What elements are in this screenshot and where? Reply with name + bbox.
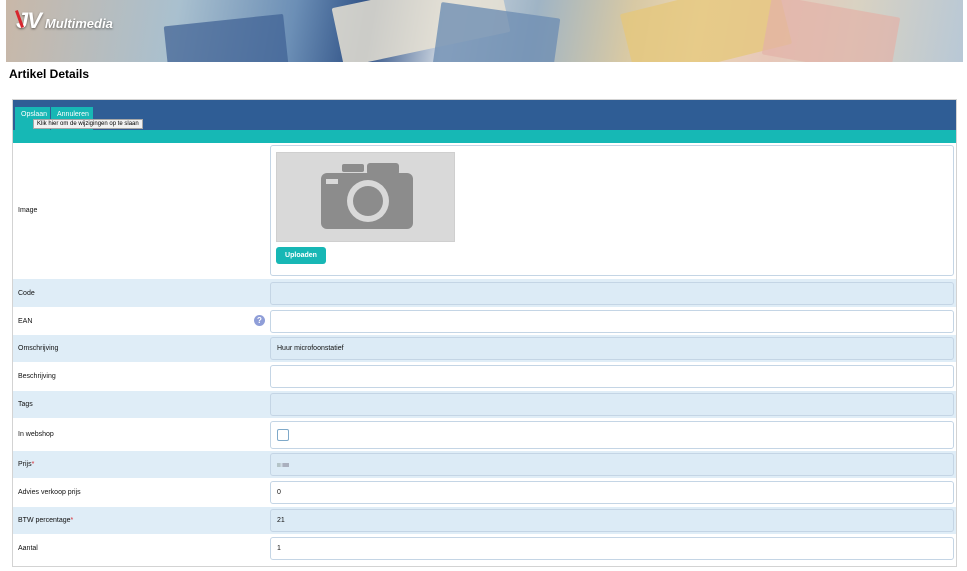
toolbar-divider: [13, 130, 956, 143]
page-title: Artikel Details: [9, 67, 90, 81]
field-label: Beschrijving: [18, 373, 56, 380]
in-webshop-checkbox[interactable]: [277, 428, 289, 441]
upload-button[interactable]: Uploaden: [276, 247, 326, 264]
form-toolbar: Opslaan Annuleren Klik hier om de wijzig…: [13, 100, 956, 130]
banner-decor: [431, 1, 561, 62]
required-marker: *: [70, 517, 74, 524]
field-label: Image: [18, 207, 38, 214]
header-banner: JV Multimedia: [6, 0, 963, 62]
field-label: Omschrijving: [13, 335, 269, 362]
form-row-code: Code: [13, 279, 956, 308]
code-input[interactable]: [270, 281, 954, 305]
save-tooltip: Klik hier om de wijzigingen op te slaan: [33, 119, 143, 129]
field-label: Aantal: [18, 545, 38, 552]
field-label: Code: [13, 279, 269, 307]
article-form: Opslaan Annuleren Klik hier om de wijzig…: [12, 99, 957, 567]
help-icon[interactable]: ?: [254, 315, 265, 326]
camera-icon: [321, 163, 413, 229]
form-row-ean: EAN ?: [13, 308, 956, 335]
form-row-image: Image Uploaden: [13, 143, 956, 279]
field-label: BTW percentage: [18, 517, 71, 524]
form-row-omschrijving: Omschrijving Huur microfoonstatief: [13, 335, 956, 363]
btw-input[interactable]: 21: [270, 509, 954, 532]
logo-mark: JV: [16, 8, 42, 33]
aantal-input[interactable]: 1: [270, 537, 954, 560]
obscured-value: [277, 462, 289, 467]
in-webshop-field: [270, 420, 954, 449]
banner-decor: [761, 0, 901, 62]
field-label: Prijs: [18, 461, 32, 468]
form-row-prijs: Prijs *: [13, 451, 956, 479]
field-label: EAN: [18, 317, 33, 325]
banner-decor: [163, 13, 289, 62]
form-row-advies-prijs: Advies verkoop prijs 0: [13, 479, 956, 507]
form-row-in-webshop: In webshop: [13, 419, 956, 451]
form-row-btw: BTW percentage * 21: [13, 507, 956, 535]
beschrijving-input[interactable]: [270, 365, 954, 388]
image-field: Uploaden: [270, 145, 954, 276]
prijs-input[interactable]: [270, 453, 954, 476]
form-row-tags: Tags: [13, 391, 956, 419]
image-placeholder: [276, 152, 455, 242]
form-row-aantal: Aantal 1: [13, 535, 956, 563]
form-row-beschrijving: Beschrijving: [13, 363, 956, 391]
omschrijving-input[interactable]: Huur microfoonstatief: [270, 337, 954, 360]
field-label: In webshop: [18, 431, 54, 438]
ean-input[interactable]: [270, 309, 954, 333]
required-marker: *: [31, 461, 35, 468]
tags-input[interactable]: [270, 393, 954, 416]
site-logo[interactable]: JV Multimedia: [16, 8, 113, 34]
logo-text: Multimedia: [44, 16, 113, 31]
field-label: Tags: [13, 391, 269, 418]
field-label: Advies verkoop prijs: [18, 489, 81, 496]
advies-prijs-input[interactable]: 0: [270, 481, 954, 504]
